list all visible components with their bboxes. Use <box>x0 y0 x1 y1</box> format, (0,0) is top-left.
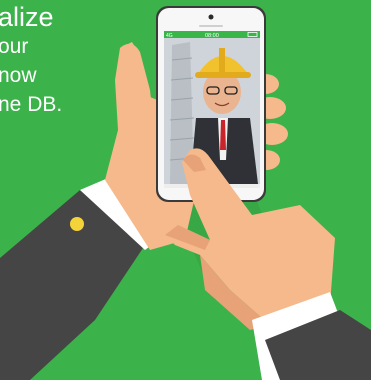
tie <box>220 120 226 150</box>
speaker-grille <box>199 25 223 27</box>
hand-holding-phone-illustration: 4G 08:00 <box>0 6 371 380</box>
cufflink-button <box>70 217 84 231</box>
camera-icon <box>208 14 214 20</box>
